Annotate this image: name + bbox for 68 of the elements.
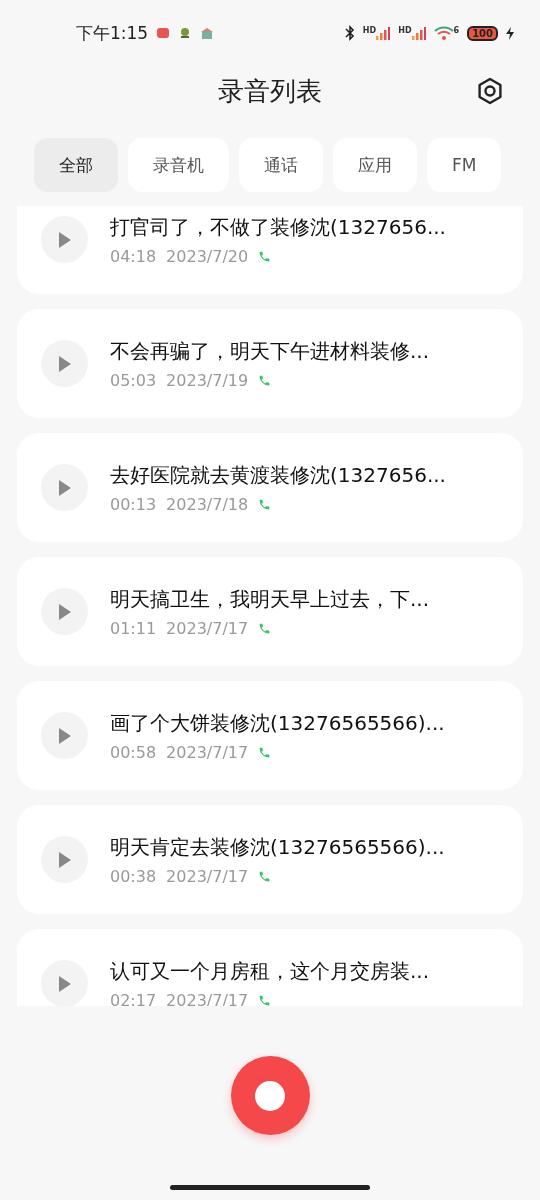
phone-icon xyxy=(258,993,272,1006)
phone-icon xyxy=(258,745,272,759)
recording-date: 2023/7/17 xyxy=(166,618,249,638)
recording-duration: 00:13 xyxy=(110,494,157,514)
recording-date: 2023/7/20 xyxy=(166,246,249,266)
phone-icon xyxy=(258,869,272,883)
play-button[interactable] xyxy=(41,464,88,511)
recording-date: 2023/7/17 xyxy=(166,866,249,886)
battery-indicator: 100 xyxy=(467,25,498,41)
recording-duration: 00:38 xyxy=(110,866,157,886)
network-label: HD xyxy=(398,26,412,35)
play-button[interactable] xyxy=(41,588,88,635)
play-icon xyxy=(58,603,71,620)
recording-card[interactable]: 打官司了，不做了装修沈(1327656... 04:18 2023/7/20 xyxy=(17,206,523,294)
recording-title: 明天搞卫生，我明天早上过去，下... xyxy=(110,585,430,613)
wifi-label: 6 xyxy=(453,26,460,35)
recording-card[interactable]: 画了个大饼装修沈(13276565566)... 00:58 2023/7/17 xyxy=(17,681,523,790)
phone-icon xyxy=(258,621,272,635)
play-button[interactable] xyxy=(41,340,88,387)
recording-title: 去好医院就去黄渡装修沈(1327656... xyxy=(110,461,446,489)
recording-card[interactable]: 不会再骗了，明天下午进材料装修... 05:03 2023/7/19 xyxy=(17,309,523,418)
filter-tab[interactable]: FM xyxy=(427,138,502,192)
filter-tab[interactable]: 录音机 xyxy=(128,138,229,192)
play-button[interactable] xyxy=(41,712,88,759)
play-icon xyxy=(58,727,71,744)
signal-icon xyxy=(376,26,391,40)
notification-icon xyxy=(156,27,171,39)
recording-card[interactable]: 去好医院就去黄渡装修沈(1327656... 00:13 2023/7/18 xyxy=(17,433,523,542)
recording-title: 画了个大饼装修沈(13276565566)... xyxy=(110,709,445,737)
recording-title: 不会再骗了，明天下午进材料装修... xyxy=(110,337,430,365)
recording-card[interactable]: 明天肯定去装修沈(13276565566)... 00:38 2023/7/17 xyxy=(17,805,523,914)
record-icon xyxy=(255,1080,285,1111)
recording-date: 2023/7/17 xyxy=(166,742,249,762)
play-icon xyxy=(58,975,71,992)
filter-tab[interactable]: 通话 xyxy=(239,138,323,192)
recording-duration: 02:17 xyxy=(110,990,157,1006)
signal-icon xyxy=(411,26,426,40)
recording-date: 2023/7/19 xyxy=(166,370,249,390)
play-icon xyxy=(58,851,71,868)
recording-duration: 01:11 xyxy=(110,618,157,638)
page-title: 录音列表 xyxy=(218,74,322,108)
recording-duration: 05:03 xyxy=(110,370,157,390)
recording-date: 2023/7/18 xyxy=(166,494,249,514)
settings-icon[interactable] xyxy=(476,77,504,105)
filter-tab[interactable]: 全部 xyxy=(34,138,118,192)
phone-icon xyxy=(258,249,272,263)
recording-title: 明天肯定去装修沈(13276565566)... xyxy=(110,833,445,861)
recording-duration: 04:18 xyxy=(110,246,157,266)
shop-icon xyxy=(200,27,215,39)
recording-title: 认可又一个月房租，这个月交房装... xyxy=(110,957,430,985)
play-icon xyxy=(58,479,71,496)
bluetooth-icon xyxy=(344,25,355,41)
wifi-icon xyxy=(433,26,454,40)
phone-icon xyxy=(258,497,272,511)
recording-duration: 00:58 xyxy=(110,742,157,762)
play-icon xyxy=(58,355,71,372)
network-label: HD xyxy=(362,26,377,35)
status-time: 下午1:15 xyxy=(76,21,149,45)
recording-title: 打官司了，不做了装修沈(1327656... xyxy=(110,213,446,241)
play-button[interactable] xyxy=(41,216,88,263)
play-icon xyxy=(58,231,71,248)
record-button[interactable] xyxy=(230,1056,310,1135)
play-button[interactable] xyxy=(41,960,88,1006)
recording-card[interactable]: 明天搞卫生，我明天早上过去，下... 01:11 2023/7/17 xyxy=(17,557,523,666)
phone-icon xyxy=(258,373,272,387)
charging-icon xyxy=(506,26,514,40)
play-button[interactable] xyxy=(41,836,88,883)
filter-tab[interactable]: 应用 xyxy=(333,138,417,192)
